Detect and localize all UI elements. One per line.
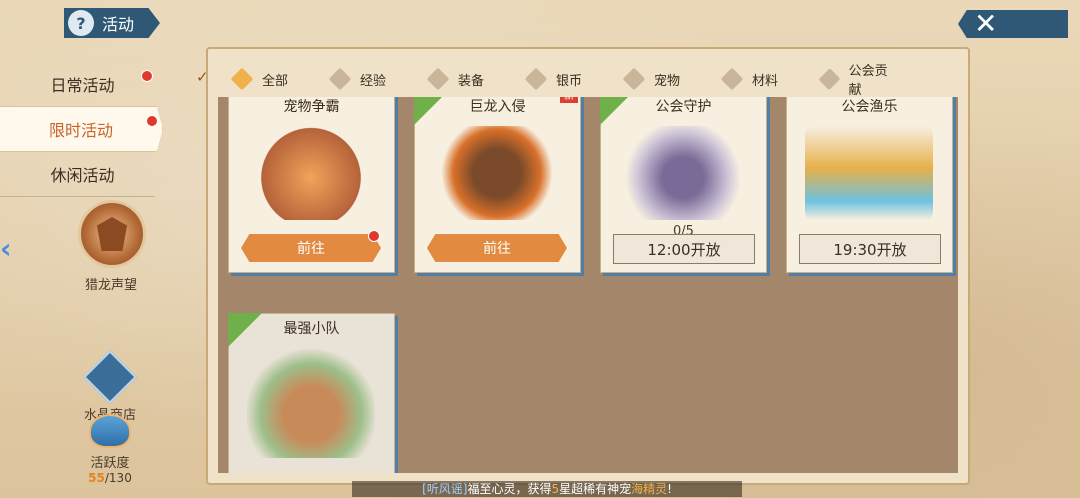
dragon-invasion-art [433,126,561,220]
card-grid: 宠物争霸 前往 新 巨龙入侵 前往 公会守护 0/5 12:00开放 公会渔乐 … [218,97,958,473]
diamond-icon [426,67,450,91]
close-button[interactable]: ✕ [958,10,1068,38]
checkmark-icon [230,67,254,91]
mascot-icon [89,414,131,448]
diamond-icon [818,68,841,90]
activity-card-guild-fishing[interactable]: 公会渔乐 19:30开放 [786,97,953,273]
filter-pet[interactable]: 宠物 [602,67,700,91]
notification-dot [146,115,158,127]
filter-silver[interactable]: 银币 [504,67,602,91]
divider [0,196,155,197]
reputation-button[interactable]: 猎龙声望 [78,200,146,293]
diamond-icon [328,67,352,91]
activity-panel: ✓ 全部 经验 装备 银币 宠物 材料 公会贡献 宠物争霸 前往 新 巨龙入侵 … [196,47,970,485]
question-icon[interactable]: ? [68,10,94,36]
notification-dot [368,230,380,242]
activity-button[interactable]: 活跃度 55/130 [80,414,140,485]
activity-card-pet-battle[interactable]: 宠物争霸 前往 [228,97,395,273]
notification-dot [141,70,153,82]
activity-header: ? 活动 [64,8,160,38]
filter-all[interactable]: ✓ 全部 [196,67,308,91]
dragon-helmet-icon [78,200,146,268]
filter-bar: ✓ 全部 经验 装备 银币 宠物 材料 公会贡献 [196,59,954,99]
go-button[interactable]: 前往 [241,234,381,262]
filter-equipment[interactable]: 装备 [406,67,504,91]
guild-guard-art [619,126,747,220]
sidebar-item-leisure[interactable]: 休闲活动 [0,152,165,196]
go-button[interactable]: 前往 [427,234,567,262]
crown-icon [83,350,137,404]
guild-fishing-art [805,126,933,220]
chevron-left-icon[interactable]: ‹ [0,232,12,265]
close-icon: ✕ [974,7,998,40]
filter-material[interactable]: 材料 [700,67,798,91]
sidebar-nav: 日常活动 限时活动 休闲活动 [0,62,165,197]
open-time-button[interactable]: 12:00开放 [613,234,755,264]
filter-exp[interactable]: 经验 [308,67,406,91]
activity-count: 55/130 [88,471,132,485]
sidebar-item-daily[interactable]: 日常活动 [0,62,165,106]
page-title: 活动 [102,15,135,34]
diamond-icon [720,67,744,91]
pet-battle-art [247,126,375,220]
activity-card-strongest-team[interactable]: 最强小队 [228,313,395,473]
diamond-icon [524,67,548,91]
filter-guild-contribution[interactable]: 公会贡献 [798,60,896,98]
broadcast-ticker: [听风谣]福至心灵，获得5星超稀有神宠海精灵! [352,481,742,497]
open-time-button[interactable]: 19:30开放 [799,234,941,264]
activity-card-guild-guard[interactable]: 公会守护 0/5 12:00开放 [600,97,767,273]
strongest-team-art [247,348,375,458]
activity-card-dragon-invasion[interactable]: 新 巨龙入侵 前往 [414,97,581,273]
diamond-icon [622,67,646,91]
sidebar-item-limited[interactable]: 限时活动 [0,106,163,152]
